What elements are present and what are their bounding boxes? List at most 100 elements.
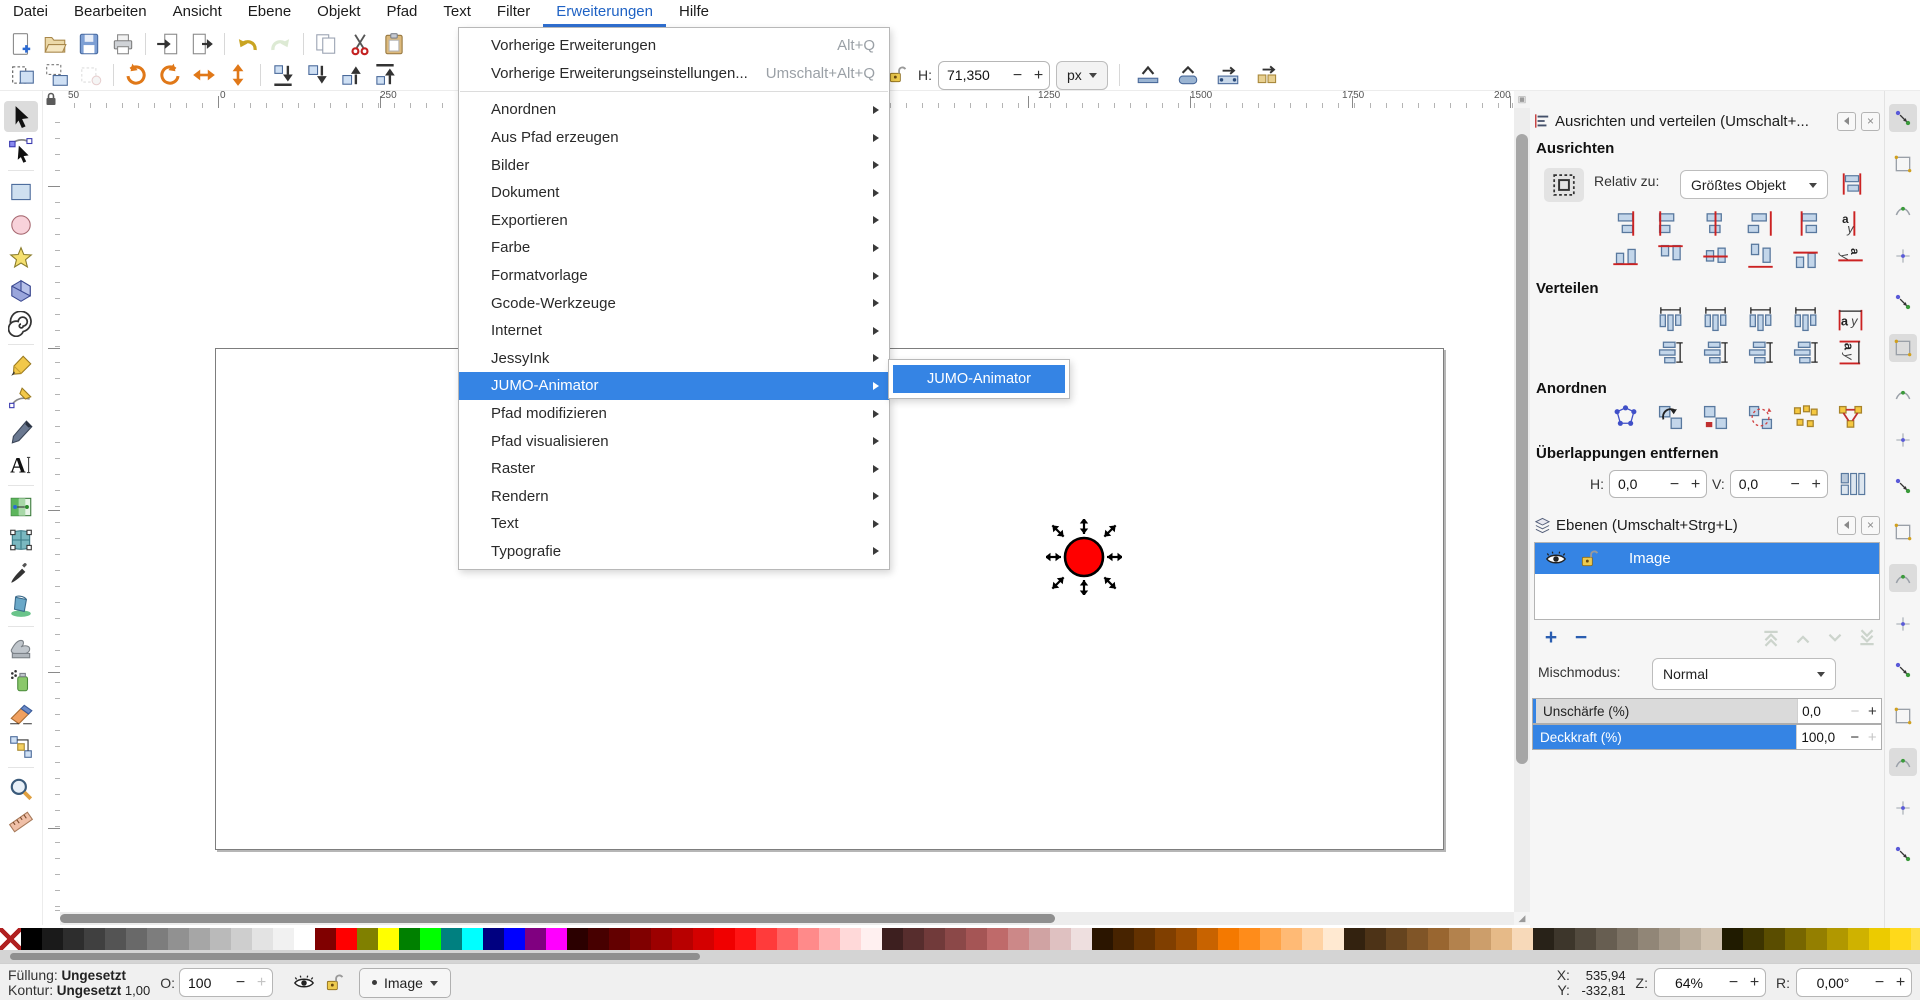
vertical-scrollbar-thumb[interactable] xyxy=(1516,134,1528,764)
swatch-800000[interactable] xyxy=(315,928,336,950)
menu-item-pfad-modifizieren[interactable]: Pfad modifizieren xyxy=(459,400,889,428)
scale-corners-button[interactable] xyxy=(1171,61,1205,89)
exchange-positions-clockwise[interactable] xyxy=(1747,404,1774,431)
swatch-b19800[interactable] xyxy=(1827,928,1848,950)
align-left-edges[interactable] xyxy=(1657,210,1684,237)
align-right-to-left-edge[interactable] xyxy=(1612,210,1639,237)
tool-dropper[interactable] xyxy=(4,557,38,588)
swatch-ffa347[interactable] xyxy=(1260,928,1281,950)
swatch-e3e3e3[interactable] xyxy=(252,928,273,950)
tool-bezier-pen[interactable] xyxy=(4,383,38,414)
swatch-524a3e[interactable] xyxy=(1575,928,1596,950)
swatch-c86300[interactable] xyxy=(1197,928,1218,950)
snap-path-intersections[interactable] xyxy=(1889,426,1917,454)
menu-item-dokument[interactable]: Dokument xyxy=(459,179,889,207)
copy-button[interactable] xyxy=(309,30,343,58)
menu-item-raster[interactable]: Raster xyxy=(459,455,889,483)
menu-datei[interactable]: Datei xyxy=(0,0,61,27)
horizontal-scrollbar[interactable] xyxy=(60,912,1514,925)
swatch-000080[interactable] xyxy=(483,928,504,950)
menu-ansicht[interactable]: Ansicht xyxy=(160,0,235,27)
move-gradients-button[interactable] xyxy=(1211,61,1245,89)
swatch-572d2d[interactable] xyxy=(903,928,924,950)
snap-object-centers[interactable] xyxy=(1889,610,1917,638)
current-layer-dropdown[interactable]: Image xyxy=(359,968,451,998)
swatch-800080[interactable] xyxy=(525,928,546,950)
swatch-d0a3a3[interactable] xyxy=(1029,928,1050,950)
opacity-decrement[interactable]: − xyxy=(1846,725,1863,749)
overlap-h-value[interactable]: 0,0 xyxy=(1610,476,1664,492)
swatch-545454[interactable] xyxy=(105,928,126,950)
opacity-increment[interactable]: + xyxy=(1864,725,1881,749)
swatch-cc9e6b[interactable] xyxy=(1470,928,1491,950)
relative-to-dropdown[interactable]: Größtes Objekt xyxy=(1680,170,1828,199)
object-opacity-value[interactable]: 100 xyxy=(180,975,230,991)
vertical-ruler[interactable] xyxy=(42,108,61,912)
menu-item-typografie[interactable]: Typografie xyxy=(459,538,889,566)
layer-lock-icon[interactable] xyxy=(1579,549,1599,569)
swatch-3d362b[interactable] xyxy=(1554,928,1575,950)
swatch-ffd9d9[interactable] xyxy=(840,928,861,950)
panel-collapse-button[interactable] xyxy=(1837,516,1856,535)
overlap-v-decrement[interactable]: − xyxy=(1785,472,1806,497)
tool-eraser[interactable] xyxy=(4,698,38,729)
swatch-ff3b3b[interactable] xyxy=(756,928,777,950)
align-top-edges[interactable] xyxy=(1657,243,1684,270)
layer-row-image[interactable]: Image xyxy=(1535,543,1879,574)
panel-collapse-button[interactable] xyxy=(1837,112,1856,131)
swatch-470000[interactable] xyxy=(588,928,609,950)
swatch-2d2d2d[interactable] xyxy=(63,928,84,950)
swatch-a69a8a[interactable] xyxy=(1659,928,1680,950)
opacity-slider[interactable]: Deckkraft (%) xyxy=(1533,725,1796,749)
align-as-group-icon[interactable] xyxy=(1838,170,1865,197)
swatch-9c0000[interactable] xyxy=(651,928,672,950)
swatch-a55555[interactable] xyxy=(966,928,987,950)
tool-node-editor[interactable] xyxy=(4,134,38,165)
swatch-b3824d[interactable] xyxy=(1449,928,1470,950)
align-text-anchor[interactable]: ay xyxy=(1837,210,1864,237)
menu-item-vorherige-erweiterungen[interactable]: Vorherige ErweiterungenAlt+Q xyxy=(459,32,889,60)
tool-mesh-gradient[interactable] xyxy=(4,524,38,555)
ruler-corner-widget[interactable]: ▣ xyxy=(1514,90,1530,108)
scale-stroke-button[interactable] xyxy=(1131,61,1165,89)
distribute-centers-horizontally[interactable] xyxy=(1702,306,1729,333)
menu-hilfe[interactable]: Hilfe xyxy=(666,0,722,27)
swatch-ff00ff[interactable] xyxy=(546,928,567,950)
swatch-33220f[interactable] xyxy=(1344,928,1365,950)
horizontal-scrollbar-thumb[interactable] xyxy=(60,914,1055,923)
align-bottom-edges[interactable] xyxy=(1747,243,1774,270)
tool-box-3d[interactable] xyxy=(4,275,38,306)
tool-zoom[interactable] xyxy=(4,773,38,804)
rotation-value[interactable]: 0,00° xyxy=(1797,975,1869,991)
swatch-696969[interactable] xyxy=(126,928,147,950)
snap-smooth-nodes[interactable] xyxy=(1889,518,1917,546)
tool-text[interactable]: A xyxy=(4,449,38,480)
swatch-dfc1c1[interactable] xyxy=(1050,928,1071,950)
swatch-805527[interactable] xyxy=(1407,928,1428,950)
exchange-positions-stacking-order[interactable] xyxy=(1702,404,1729,431)
swatch-282218[interactable] xyxy=(1533,928,1554,950)
align-top-to-bottom-edge[interactable] xyxy=(1792,243,1819,270)
swatch-4d3317[interactable] xyxy=(1365,928,1386,950)
import-button[interactable] xyxy=(151,30,185,58)
height-decrement-button[interactable]: − xyxy=(1007,63,1028,88)
distribute-bottom-edges[interactable] xyxy=(1747,339,1774,366)
distribute-centers-vertically[interactable] xyxy=(1702,339,1729,366)
redo-button[interactable] xyxy=(264,30,298,58)
zoom-increment[interactable]: + xyxy=(1744,970,1765,995)
swatch-630000[interactable] xyxy=(609,928,630,950)
snap-bounding-box[interactable] xyxy=(1889,150,1917,178)
swatch-2b0000[interactable] xyxy=(567,928,588,950)
swatch-1a1a1a[interactable] xyxy=(42,928,63,950)
snap-guides[interactable] xyxy=(1889,840,1917,868)
swatch-bababa[interactable] xyxy=(210,928,231,950)
swatch-3d1f1f[interactable] xyxy=(882,928,903,950)
swatch-008000[interactable] xyxy=(399,928,420,950)
swatch-803f00[interactable] xyxy=(1155,928,1176,950)
raise-button[interactable] xyxy=(334,61,368,89)
swatch-ff6363[interactable] xyxy=(777,928,798,950)
tool-rectangle[interactable] xyxy=(4,176,38,207)
distribute-left-edges[interactable] xyxy=(1657,306,1684,333)
open-button[interactable] xyxy=(38,30,72,58)
menu-item-farbe[interactable]: Farbe xyxy=(459,234,889,262)
